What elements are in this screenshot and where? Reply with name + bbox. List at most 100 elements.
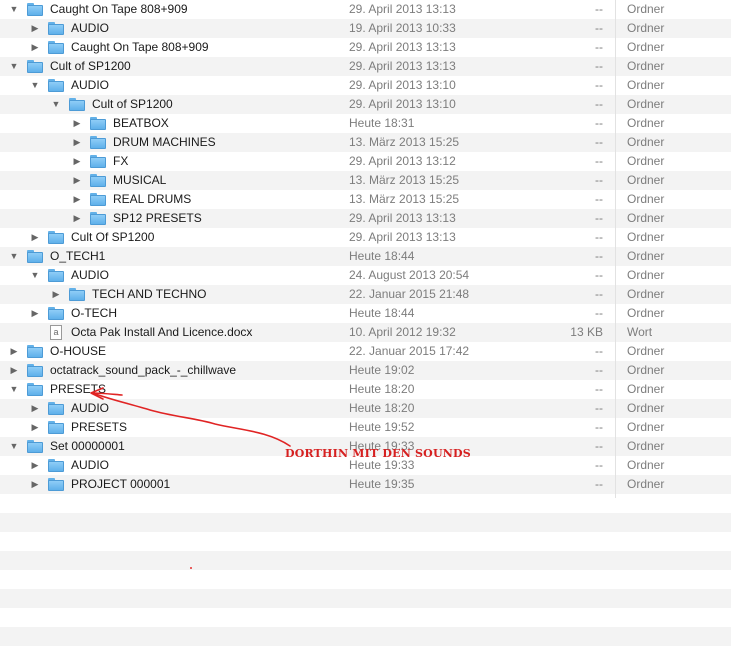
file-name: AUDIO: [71, 21, 110, 35]
handwritten-annotation: DORTHIN MIT DEN SOUNDS: [285, 447, 471, 460]
file-row[interactable]: ▶ PROJECT 000001 Heute 19:35 -- Ordner: [0, 475, 731, 494]
file-name: Cult of SP1200: [50, 59, 131, 73]
modified-date: 13. März 2013 15:25: [349, 192, 460, 206]
modified-date: 29. April 2013 13:10: [349, 97, 456, 111]
disclosure-triangle-right-icon[interactable]: ▶: [9, 361, 19, 380]
file-row[interactable]: a Octa Pak Install And Licence.docx 10. Ap…: [0, 323, 731, 342]
file-row[interactable]: ▼ AUDIO 24. August 2013 20:54 -- Ordner: [0, 266, 731, 285]
file-row[interactable]: ▶ O-HOUSE 22. Januar 2015 17:42 -- Ordner: [0, 342, 731, 361]
disclosure-triangle-right-icon[interactable]: ▶: [30, 418, 40, 437]
file-row[interactable]: ▶ Caught On Tape 808+909 29. April 2013 13…: [0, 38, 731, 57]
file-row[interactable]: ▼ Cult of SP1200 29. April 2013 13:10 -- Ord…: [0, 95, 731, 114]
file-row[interactable]: ▶ BEATBOX Heute 18:31 -- Ordner: [0, 114, 731, 133]
file-kind: Ordner: [627, 287, 665, 301]
file-kind: Ordner: [627, 211, 665, 225]
folder-icon: [27, 364, 43, 377]
modified-date: Heute 18:20: [349, 401, 415, 415]
file-row[interactable]: ▶ DRUM MACHINES 13. März 2013 15:25 -- Ordne…: [0, 133, 731, 152]
file-name: FX: [113, 154, 129, 168]
disclosure-triangle-down-icon[interactable]: ▼: [9, 437, 19, 456]
file-size: --: [595, 21, 603, 35]
file-kind: Ordner: [627, 78, 665, 92]
file-row[interactable]: ▶ MUSICAL 13. März 2013 15:25 -- Ordner: [0, 171, 731, 190]
file-row[interactable]: ▶ TECH AND TECHNO 22. Januar 2015 21:48 -- O…: [0, 285, 731, 304]
disclosure-triangle-down-icon[interactable]: ▼: [9, 247, 19, 266]
file-kind: Ordner: [627, 363, 665, 377]
disclosure-triangle-right-icon[interactable]: ▶: [9, 342, 19, 361]
folder-icon: [48, 231, 64, 244]
file-row[interactable]: ▼ PRESETS Heute 18:20 -- Ordner: [0, 380, 731, 399]
disclosure-triangle-right-icon[interactable]: ▶: [51, 285, 61, 304]
disclosure-triangle-right-icon[interactable]: ▶: [72, 133, 82, 152]
file-kind: Ordner: [627, 97, 665, 111]
file-row[interactable]: ▶ SP12 PRESETS 29. April 2013 13:13 -- Ordne…: [0, 209, 731, 228]
folder-icon: [48, 269, 64, 282]
disclosure-triangle-right-icon[interactable]: ▶: [30, 399, 40, 418]
file-kind: Ordner: [627, 192, 665, 206]
file-row[interactable]: ▶ REAL DRUMS 13. März 2013 15:25 -- Ordner: [0, 190, 731, 209]
disclosure-triangle-right-icon[interactable]: ▶: [30, 38, 40, 57]
red-dot: [190, 567, 192, 569]
file-row[interactable]: ▶ octatrack_sound_pack_-_chillwave Heute 1…: [0, 361, 731, 380]
folder-icon: [27, 3, 43, 16]
file-size: --: [595, 287, 603, 301]
file-size: --: [595, 78, 603, 92]
modified-date: Heute 18:44: [349, 249, 415, 263]
empty-row: [0, 532, 731, 551]
file-row[interactable]: ▼ O_TECH1 Heute 18:44 -- Ordner: [0, 247, 731, 266]
disclosure-triangle-right-icon[interactable]: ▶: [30, 304, 40, 323]
disclosure-triangle-right-icon[interactable]: ▶: [30, 456, 40, 475]
file-kind: Ordner: [627, 173, 665, 187]
disclosure-triangle-right-icon[interactable]: ▶: [72, 209, 82, 228]
disclosure-triangle-right-icon[interactable]: ▶: [30, 19, 40, 38]
file-row[interactable]: ▼ AUDIO 29. April 2013 13:10 -- Ordner: [0, 76, 731, 95]
folder-icon: [48, 307, 64, 320]
file-size: --: [595, 458, 603, 472]
folder-icon: [69, 288, 85, 301]
disclosure-triangle-down-icon[interactable]: ▼: [9, 57, 19, 76]
modified-date: 13. März 2013 15:25: [349, 173, 460, 187]
file-name: Octa Pak Install And Licence.docx: [71, 325, 253, 339]
file-size: --: [595, 420, 603, 434]
file-size: --: [595, 211, 603, 225]
disclosure-triangle-down-icon[interactable]: ▼: [9, 380, 19, 399]
file-kind: Ordner: [627, 2, 665, 16]
modified-date: 19. April 2013 10:33: [349, 21, 456, 35]
file-row[interactable]: ▶ Cult Of SP1200 29. April 2013 13:13 -- Ord…: [0, 228, 731, 247]
file-row[interactable]: ▼ Cult of SP1200 29. April 2013 13:13 -- Ord…: [0, 57, 731, 76]
modified-date: Heute 19:02: [349, 363, 415, 377]
disclosure-triangle-right-icon[interactable]: ▶: [30, 475, 40, 494]
file-row[interactable]: ▶ PRESETS Heute 19:52 -- Ordner: [0, 418, 731, 437]
folder-icon: [27, 60, 43, 73]
file-row[interactable]: ▶ AUDIO 19. April 2013 10:33 -- Ordner: [0, 19, 731, 38]
modified-date: 29. April 2013 13:13: [349, 2, 456, 16]
file-kind: Ordner: [627, 154, 665, 168]
disclosure-triangle-down-icon[interactable]: ▼: [30, 266, 40, 285]
file-kind: Ordner: [627, 458, 665, 472]
disclosure-triangle-right-icon[interactable]: ▶: [30, 228, 40, 247]
disclosure-triangle-down-icon[interactable]: ▼: [30, 76, 40, 95]
folder-icon: [48, 41, 64, 54]
file-size: --: [595, 439, 603, 453]
file-size: --: [595, 382, 603, 396]
disclosure-triangle-right-icon[interactable]: ▶: [72, 171, 82, 190]
disclosure-triangle-down-icon[interactable]: ▼: [9, 0, 19, 19]
disclosure-triangle-right-icon[interactable]: ▶: [72, 190, 82, 209]
file-row[interactable]: ▼ Caught On Tape 808+909 29. April 2013 13…: [0, 0, 731, 19]
file-name: O_TECH1: [50, 249, 106, 263]
file-row[interactable]: ▶ O-TECH Heute 18:44 -- Ordner: [0, 304, 731, 323]
disclosure-triangle-right-icon[interactable]: ▶: [72, 114, 82, 133]
modified-date: 29. April 2013 13:13: [349, 59, 456, 73]
disclosure-triangle-down-icon[interactable]: ▼: [51, 95, 61, 114]
file-name: PRESETS: [50, 382, 107, 396]
modified-date: 29. April 2013 13:13: [349, 230, 456, 244]
file-row[interactable]: ▶ FX 29. April 2013 13:12 -- Ordner: [0, 152, 731, 171]
file-row[interactable]: ▶ AUDIO Heute 18:20 -- Ordner: [0, 399, 731, 418]
file-size: --: [595, 173, 603, 187]
file-name: AUDIO: [71, 401, 110, 415]
folder-icon: [27, 440, 43, 453]
file-name: PRESETS: [71, 420, 128, 434]
disclosure-triangle-right-icon[interactable]: ▶: [72, 152, 82, 171]
file-kind: Ordner: [627, 116, 665, 130]
file-size: --: [595, 116, 603, 130]
